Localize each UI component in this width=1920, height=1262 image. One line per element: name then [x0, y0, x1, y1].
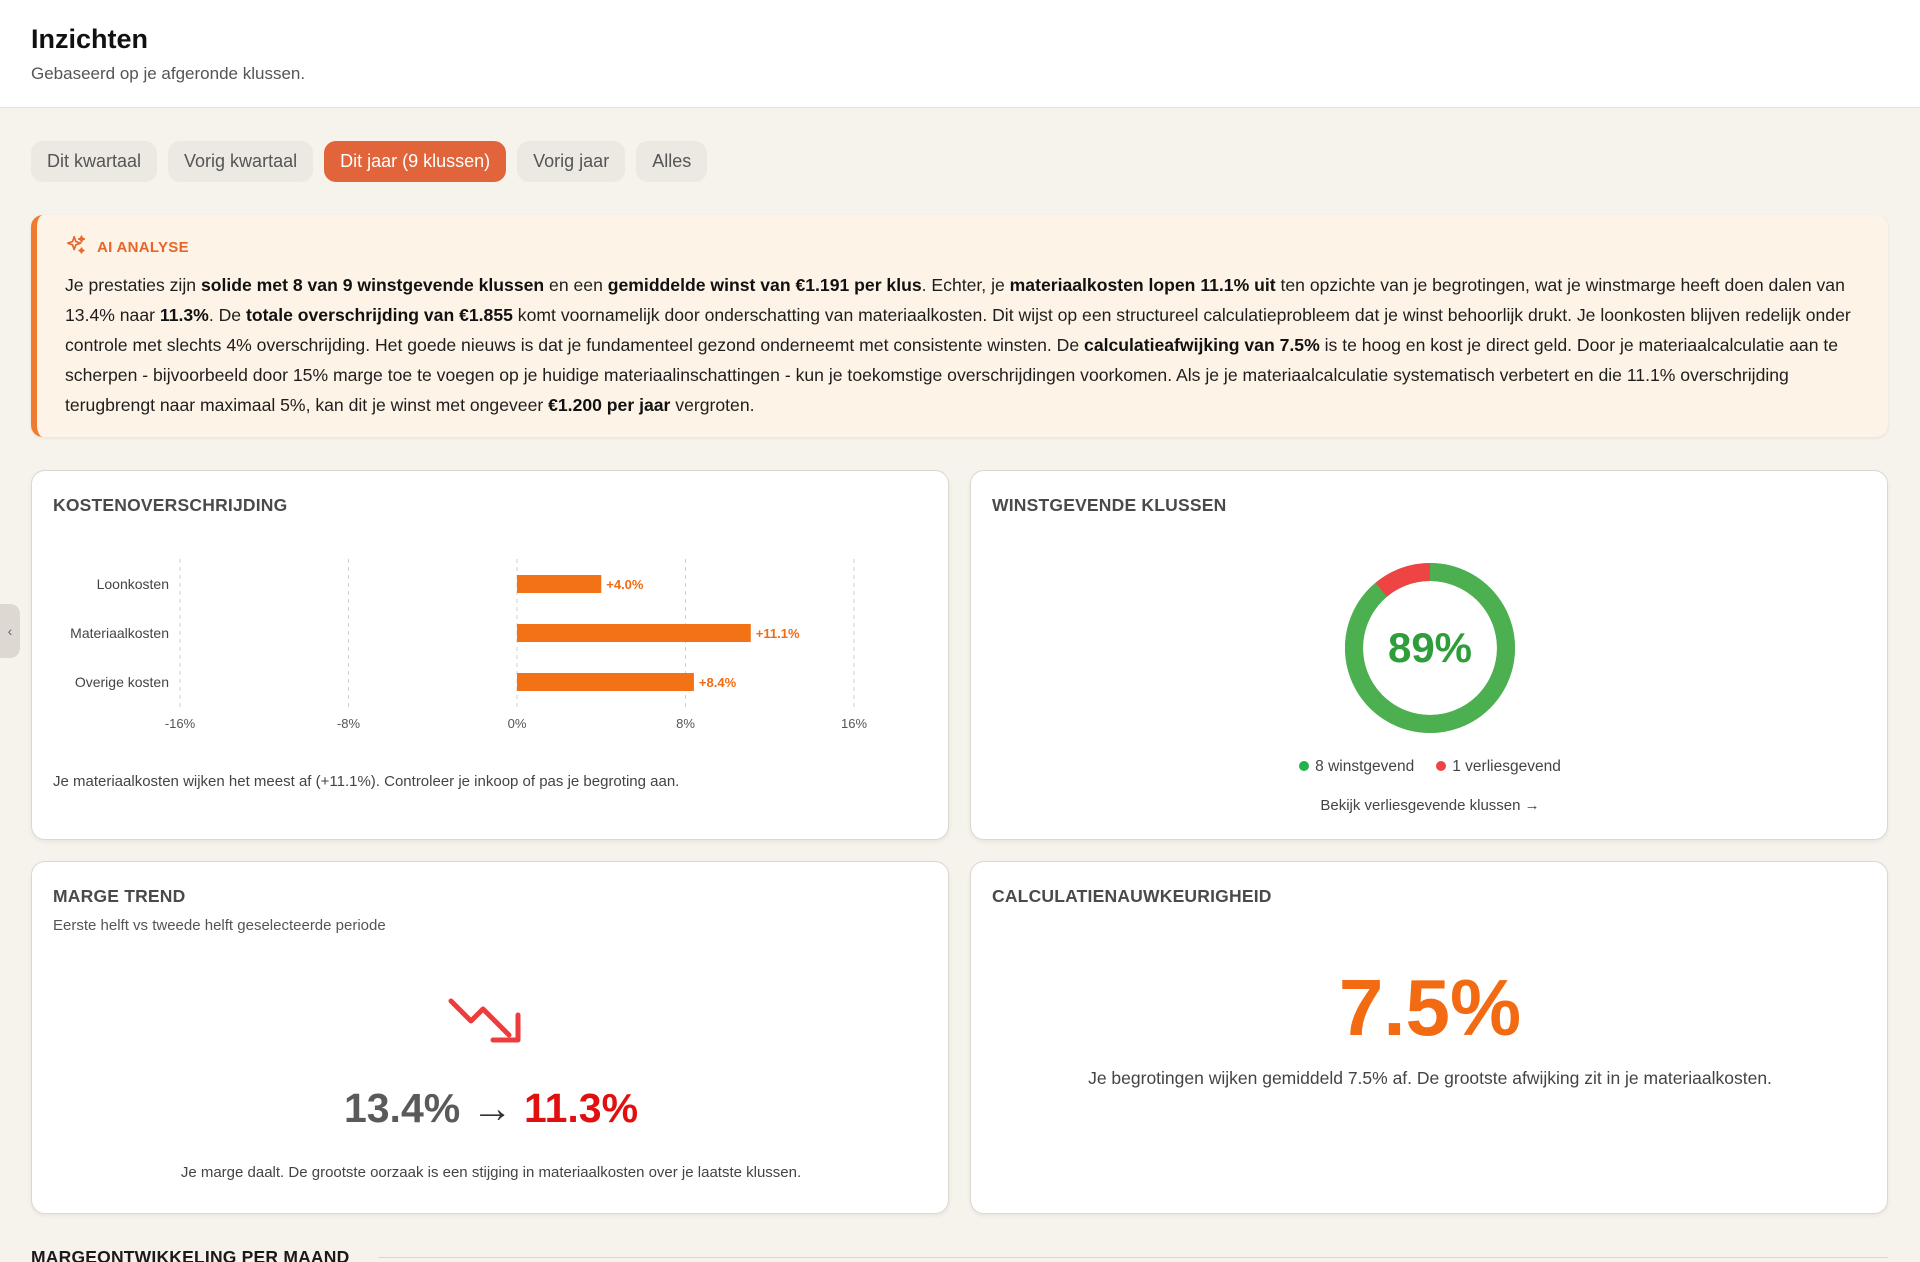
- ai-highlight: totale overschrijding van €1.855: [245, 305, 513, 325]
- filter-alles[interactable]: Alles: [636, 141, 708, 182]
- margin-trend-card: MARGE TREND Eerste helft vs tweede helft…: [31, 861, 949, 1214]
- calculation-accuracy-note: Je begrotingen wijken gemiddeld 7.5% af.…: [1088, 1068, 1772, 1088]
- bar-value-label: +8.4%: [699, 675, 737, 690]
- x-tick-label: 8%: [676, 716, 695, 731]
- margin-trend-values: 13.4% → 11.3%: [32, 1085, 950, 1132]
- category-label: Overige kosten: [75, 674, 169, 690]
- category-label: Materiaalkosten: [70, 625, 169, 641]
- bar-value-label: +4.0%: [606, 577, 644, 592]
- donut-loss-segment: [1375, 563, 1431, 597]
- legend-profit-dot: [1299, 761, 1310, 771]
- donut-percent-label: 89%: [1388, 624, 1472, 671]
- ai-highlight: calculatieafwijking van 7.5%: [1084, 335, 1320, 355]
- margin-arrow: →: [471, 1085, 513, 1131]
- margin-from: 13.4%: [343, 1085, 461, 1131]
- x-tick-label: -16%: [165, 716, 196, 731]
- cost-overrun-chart: -16% -8% 0% 8% 16% Loonkosten +4.0% Materiaalko…: [70, 559, 867, 731]
- x-tick-label: -8%: [337, 716, 361, 731]
- legend-loss: 1 verliesgevend: [1436, 758, 1561, 776]
- legend-profitable: 8 winstgevend: [1299, 758, 1414, 776]
- profitable-jobs-donut: 89%: [1345, 563, 1515, 733]
- sparkles-icon: [65, 234, 87, 260]
- x-tick-label: 0%: [508, 716, 527, 731]
- cost-overrun-card: KOSTENOVERSCHRIJDING -16% -8% 0% 8% 16% Loonk…: [31, 470, 949, 840]
- trend-down-icon: [448, 998, 521, 1043]
- bar: [517, 673, 694, 691]
- chevron-left-icon: ‹: [7, 623, 13, 639]
- monthly-margin-section-title: MARGEONTWIKKELING PER MAAND: [31, 1247, 350, 1262]
- bar: [517, 624, 751, 642]
- ai-text-segment: . De: [208, 305, 246, 325]
- category-label: Loonkosten: [97, 576, 169, 592]
- page-header: Inzichten Gebaseerd op je afgeronde klus…: [0, 0, 1920, 108]
- legend-profitable-label: 8 winstgevend: [1315, 758, 1415, 775]
- legend-loss-dot: [1436, 761, 1447, 771]
- page-title: Inzichten: [31, 24, 149, 54]
- ai-highlight: solide met 8 van 9 winstgevende klussen: [200, 275, 545, 295]
- bar-value-label: +11.1%: [756, 626, 800, 641]
- ai-analysis-label: AI ANALYSE: [97, 238, 189, 256]
- margin-to: 11.3%: [524, 1085, 639, 1131]
- ai-text-segment: Je prestaties zijn: [65, 275, 201, 295]
- period-filter-tabs: Dit kwartaal Vorig kwartaal Dit jaar (9 …: [31, 141, 708, 182]
- filter-dit-jaar[interactable]: Dit jaar (9 klussen): [324, 141, 507, 182]
- x-tick-label: 16%: [841, 716, 867, 731]
- filter-dit-kwartaal[interactable]: Dit kwartaal: [31, 141, 158, 182]
- calculation-deviation-value: 7.5%: [1338, 963, 1522, 1052]
- calculation-accuracy-card: CALCULATIENAUWKEURIGHEID 7.5% Je begroti…: [970, 861, 1888, 1214]
- margin-trend-title: MARGE TREND: [53, 886, 186, 906]
- legend-loss-label: 1 verliesgevend: [1452, 758, 1561, 775]
- profitable-jobs-legend: 8 winstgevend 1 verliesgevend: [971, 758, 1889, 776]
- cost-overrun-note: Je materiaalkosten wijken het meest af (…: [53, 773, 680, 790]
- ai-text-segment: . Echter, je: [921, 275, 1010, 295]
- page-subtitle: Gebaseerd op je afgeronde klussen.: [31, 64, 306, 83]
- sidebar-collapse-handle[interactable]: ‹: [0, 604, 20, 658]
- ai-highlight: gemiddelde winst van €1.191 per klus: [607, 275, 922, 295]
- margin-trend-note: Je marge daalt. De grootste oorzaak is e…: [180, 1164, 802, 1181]
- ai-text-segment: vergroten.: [670, 395, 755, 415]
- margin-trend-subtitle: Eerste helft vs tweede helft geselecteer…: [53, 917, 386, 934]
- section-divider: [378, 1257, 1888, 1258]
- ai-analysis-panel: AI ANALYSE Je prestaties zijn solide met…: [31, 215, 1888, 437]
- ai-analysis-text: Je prestaties zijn solide met 8 van 9 wi…: [65, 270, 1864, 420]
- ai-highlight: materiaalkosten lopen 11.1% uit: [1009, 275, 1276, 295]
- filter-vorig-jaar[interactable]: Vorig jaar: [517, 141, 626, 182]
- ai-highlight: €1.200 per jaar: [548, 395, 671, 415]
- bar: [517, 575, 602, 593]
- filter-vorig-kwartaal[interactable]: Vorig kwartaal: [168, 141, 314, 182]
- ai-highlight: 11.3%: [159, 305, 209, 325]
- ai-text-segment: en een: [544, 275, 608, 295]
- ai-analysis-header: AI ANALYSE: [65, 234, 1864, 260]
- view-loss-jobs-link[interactable]: Bekijk verliesgevende klussen →: [971, 797, 1889, 814]
- calculation-accuracy-title: CALCULATIENAUWKEURIGHEID: [992, 886, 1272, 906]
- profitable-jobs-card: WINSTGEVENDE KLUSSEN 89% 8 winstgevend 1…: [970, 470, 1888, 840]
